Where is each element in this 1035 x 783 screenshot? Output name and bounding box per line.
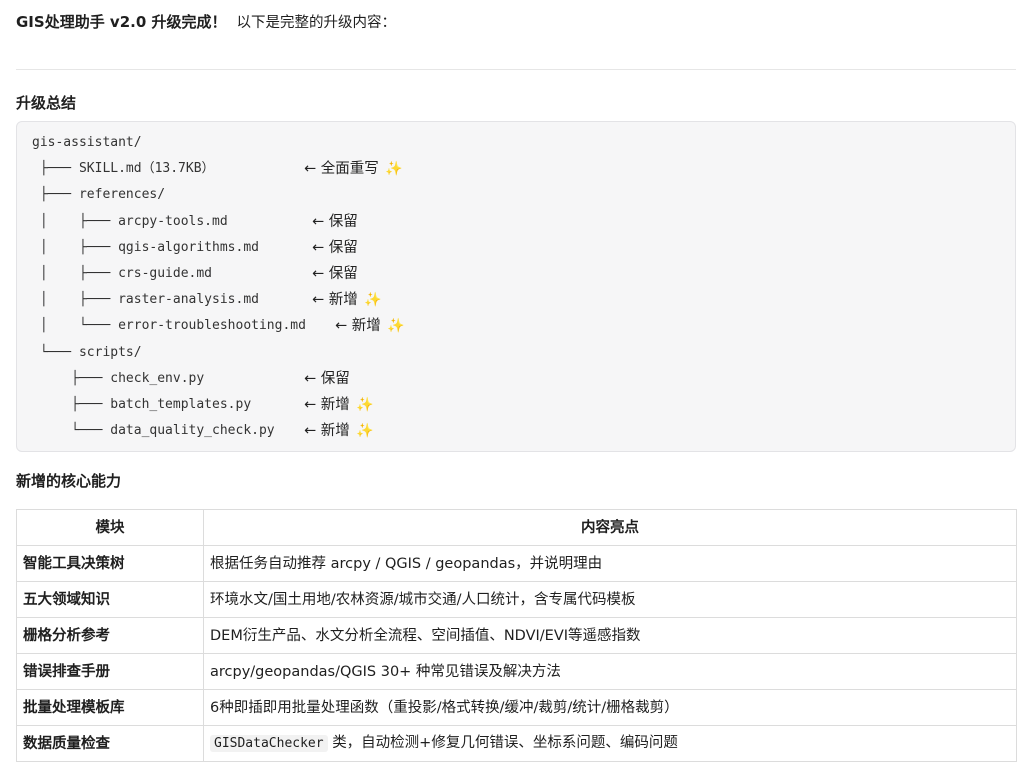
table-row: 数据质量检查 GISDataChecker 类，自动检测+修复几何错误、坐标系问题… [16,725,1017,762]
column-header-module: 模块 [16,509,204,546]
tree-note: ← 保留 [312,238,358,258]
highlight-cell: arcpy/geopandas/QGIS 30+ 种常见错误及解决方法 [203,653,1017,690]
tree-note: ← 新增 ✨ [304,395,374,415]
upgrade-summary-heading: 升级总结 [16,94,77,112]
sparkle-icon: ✨ [387,318,405,335]
intro-line: GIS处理助手 v2.0 升级完成！ 以下是完整的升级内容： [16,12,396,33]
tree-path: ├─── batch_templates.py [32,397,252,412]
module-cell: 数据质量检查 [16,725,204,762]
table-row: 错误排查手册 arcpy/geopandas/QGIS 30+ 种常见错误及解决方… [16,653,1017,690]
sparkle-icon: ✨ [385,161,403,178]
tree-note: ← 保留 [312,264,358,284]
module-cell: 错误排查手册 [16,653,204,690]
divider [16,69,1016,70]
module-cell: 智能工具决策树 [16,545,204,582]
tree-path: └─── scripts/ [32,344,142,360]
tree-path: └─── data_quality_check.py [32,423,275,439]
module-cell: 栅格分析参考 [16,617,204,654]
tree-note: ← 新增 ✨ [312,290,382,310]
tree-path: │ └─── error-troubleshooting.md [32,318,306,334]
highlight-cell: DEM衍生产品、水文分析全流程、空间插值、NDVI/EVI等遥感指数 [203,617,1017,654]
highlight-cell: 环境水文/国土用地/农林资源/城市交通/人口统计，含专属代码模板 [203,581,1017,618]
tree-note-text: ← 保留 [312,239,358,256]
highlight-cell: 根据任务自动推荐 arcpy / QGIS / geopandas，并说明理由 [203,545,1017,582]
inline-code: GISDataChecker [210,735,328,752]
tree-path: │ ├─── raster-analysis.md [32,292,259,308]
tree-note-text: ← 保留 [312,266,358,282]
tree-note-text: ← 保留 [312,213,358,230]
sparkle-icon: ✨ [364,292,382,309]
table-row: 五大领域知识 环境水文/国土用地/农林资源/城市交通/人口统计，含专属代码模板 [16,581,1017,618]
tree-note-text: ← 保留 [304,370,350,387]
table-row: 智能工具决策树 根据任务自动推荐 arcpy / QGIS / geopandas… [16,545,1017,582]
table-header-row: 模块 内容亮点 [16,509,1017,546]
tree-path: gis-assistant/ [32,135,142,150]
table-row: 栅格分析参考 DEM衍生产品、水文分析全流程、空间插值、NDVI/EVI等遥感指数 [16,617,1017,654]
sparkle-icon: ✨ [356,397,374,413]
module-cell: 五大领域知识 [16,581,204,618]
tree-note-text: ← 新增 [304,423,350,440]
tree-path: ├─── check_env.py [32,370,205,386]
tree-note: ← 全面重写 ✨ [304,159,403,179]
tree-note-text: ← 新增 [304,397,350,413]
tree-path: ├─── references/ [32,187,166,203]
tree-note: ← 新增 ✨ [304,421,374,441]
highlight-cell: 6种即插即用批量处理函数（重投影/格式转换/缓冲/裁剪/统计/栅格裁剪） [203,689,1017,726]
tree-note: ← 新增 ✨ [335,316,405,336]
intro-title: GIS处理助手 v2.0 升级完成！ [16,13,227,31]
tree-path: ├─── SKILL.md（13.7KB） [32,161,215,177]
column-header-highlight: 内容亮点 [203,509,1017,546]
tree-note: ← 保留 [304,369,350,389]
tree-note: ← 保留 [312,212,358,232]
capabilities-heading: 新增的核心能力 [16,472,122,490]
tree-path: │ ├─── qgis-algorithms.md [32,239,259,255]
sparkle-icon: ✨ [356,423,374,440]
tree-note-text: ← 新增 [312,292,358,309]
tree-note-text: ← 全面重写 [304,161,379,178]
tree-note-text: ← 新增 [335,318,381,335]
highlight-cell: GISDataChecker 类，自动检测+修复几何错误、坐标系问题、编码问题 [203,725,1017,762]
tree-path: │ ├─── arcpy-tools.md [32,213,228,229]
table-row: 批量处理模板库 6种即插即用批量处理函数（重投影/格式转换/缓冲/裁剪/统计/栅格… [16,689,1017,726]
intro-subtitle: 以下是完整的升级内容： [236,15,397,31]
capabilities-table: 模块 内容亮点 智能工具决策树 根据任务自动推荐 arcpy / QGIS / g… [16,509,1017,762]
module-cell: 批量处理模板库 [16,689,204,726]
file-tree-code-block: gis-assistant/ ├─── SKILL.md（13.7KB） ← 全面… [16,121,1016,452]
tree-path: │ ├─── crs-guide.md [32,266,213,281]
highlight-text: 类，自动检测+修复几何错误、坐标系问题、编码问题 [332,735,678,751]
